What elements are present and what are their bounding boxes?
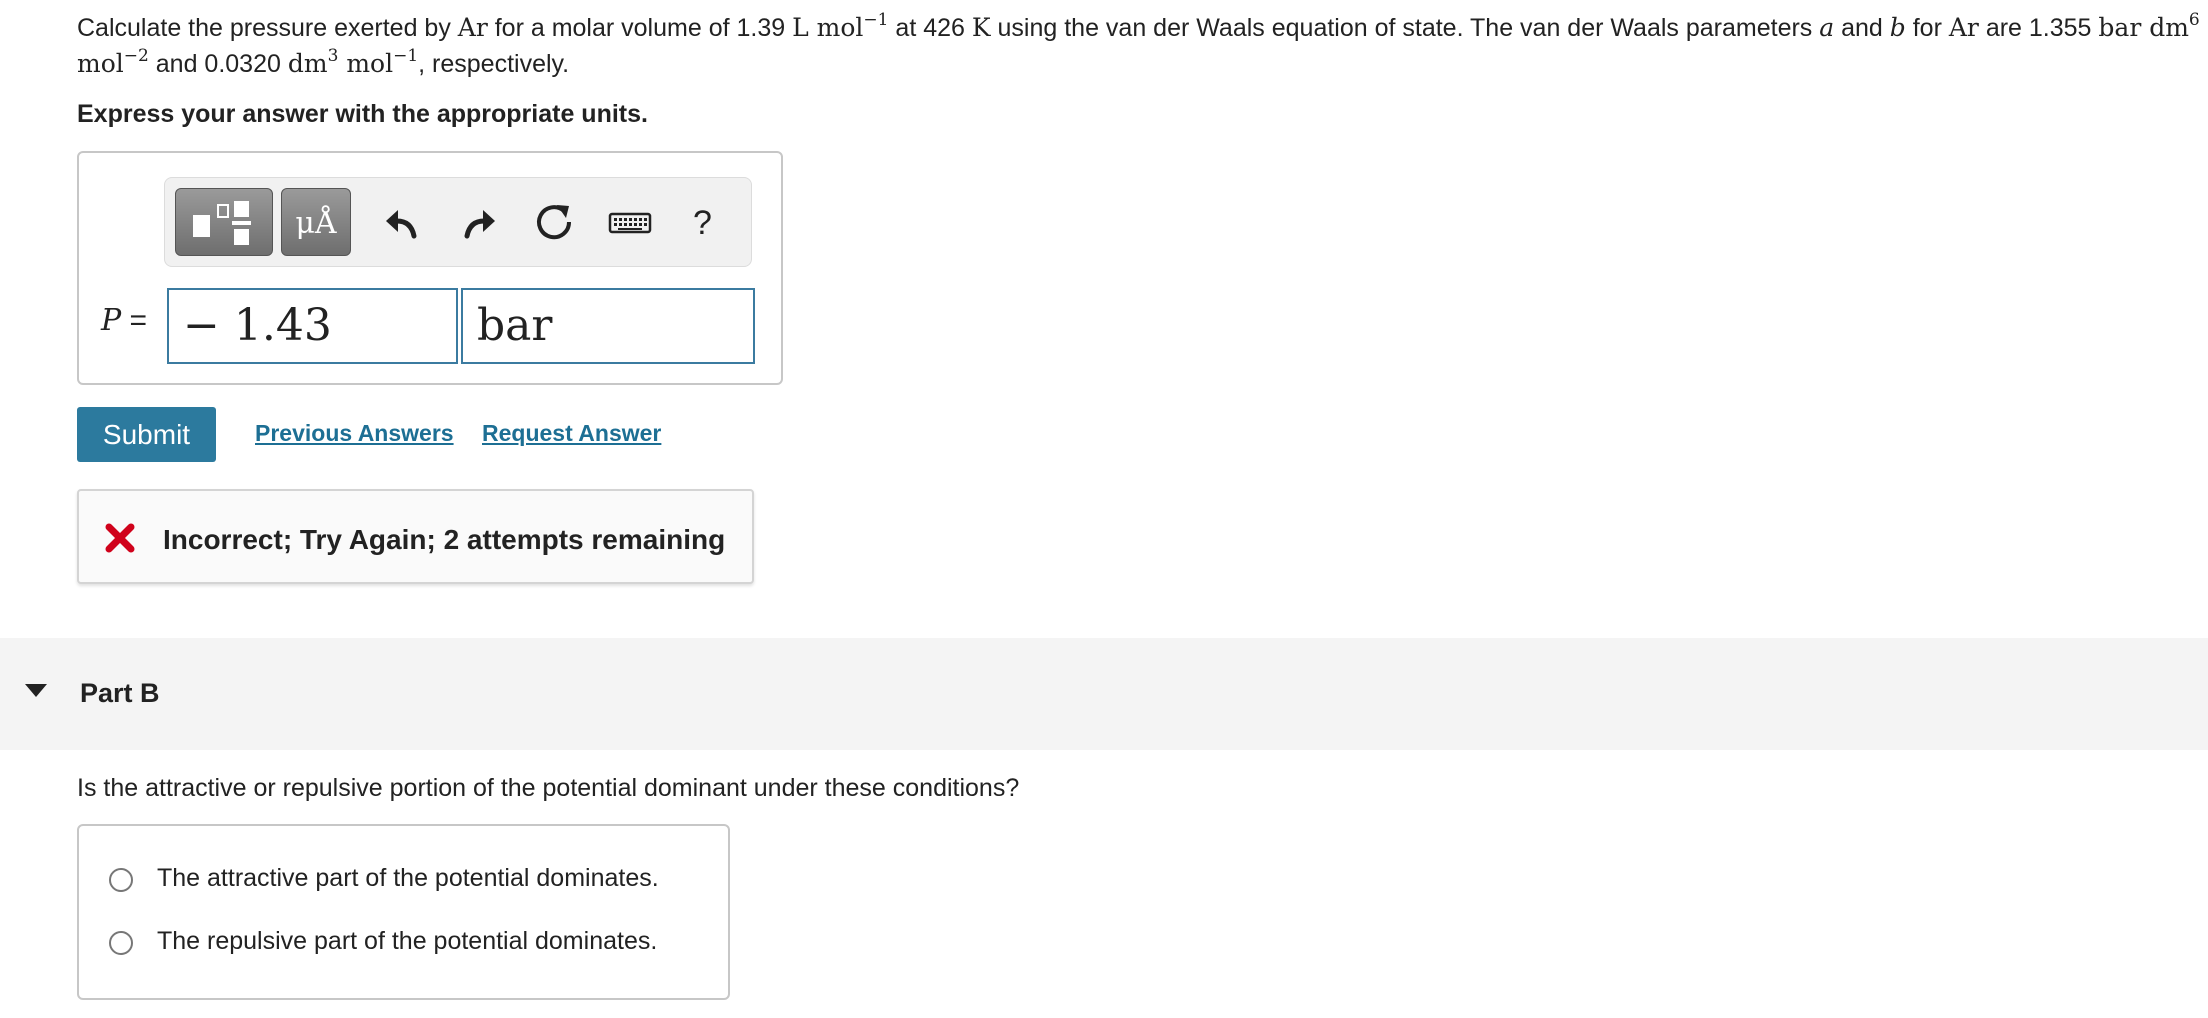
answer-value-input[interactable]: − 1.43 [167,288,458,364]
param-a: a [1819,13,1835,42]
keyboard-icon[interactable] [603,194,659,250]
radio-button[interactable] [109,868,133,892]
options-box: The attractive part of the potential dom… [77,824,730,1000]
temperature-unit: K [971,13,991,42]
templates-icon [193,201,251,245]
redo-icon[interactable] [450,194,506,250]
undo-icon[interactable] [375,194,431,250]
gas-symbol: Ar [457,13,488,42]
part-b-title: Part B [80,678,160,708]
answer-instruction: Express your answer with the appropriate… [77,100,648,128]
request-answer-link[interactable]: Request Answer [482,420,661,447]
question-text: Calculate the pressure exerted by Ar for… [77,9,2200,78]
radio-button[interactable] [109,931,133,955]
reset-icon[interactable] [526,194,582,250]
molar-volume-unit: L mol [792,13,864,42]
option-label: The attractive part of the potential dom… [157,864,659,892]
option-label: The repulsive part of the potential domi… [157,927,658,955]
units-button[interactable]: μÅ [281,188,351,256]
variable-label: P = [101,303,148,338]
units-label: μÅ [295,206,337,241]
answer-box: μÅ ? P = − 1.43 bar [77,151,783,385]
math-toolbar: μÅ ? [164,177,752,267]
param-b: b [1889,13,1906,42]
submit-button[interactable]: Submit [77,407,216,462]
templates-button[interactable] [175,188,273,256]
feedback-message: Incorrect; Try Again; 2 attempts remaini… [163,524,726,555]
previous-answers-link[interactable]: Previous Answers [255,420,454,447]
feedback-box: Incorrect; Try Again; 2 attempts remaini… [77,489,754,584]
part-b-header[interactable]: Part B [0,638,2208,750]
gas-symbol: Ar [1948,13,1979,42]
answer-unit-input[interactable]: bar [461,288,755,364]
collapse-triangle-icon[interactable] [24,680,48,700]
help-icon[interactable]: ? [693,204,712,243]
part-b-question: Is the attractive or repulsive portion o… [77,774,1020,802]
incorrect-icon [105,523,135,553]
